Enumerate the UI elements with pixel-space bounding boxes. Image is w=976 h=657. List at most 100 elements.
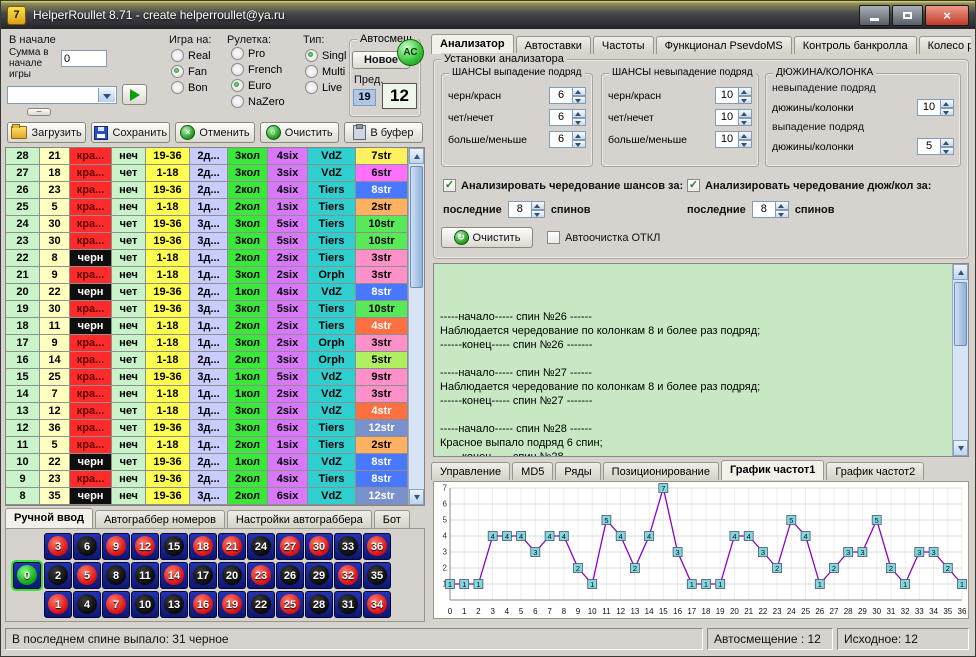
main-tab-1[interactable]: Автоставки xyxy=(516,36,591,54)
num-31-button[interactable]: 31 xyxy=(334,591,362,618)
close-button[interactable]: × xyxy=(925,5,969,26)
chances-miss-spinner-1-down-button[interactable] xyxy=(739,118,752,127)
chances-hit-spinner-2-down-button[interactable] xyxy=(573,140,586,149)
num-19-button[interactable]: 19 xyxy=(218,591,246,618)
table-row[interactable]: 179кра...неч1-181д...3кол2sixOrph3str xyxy=(6,335,408,352)
chances-hit-spinner-2-value[interactable]: 6 xyxy=(549,131,573,148)
chances-hit-spinner-0[interactable]: 6 xyxy=(549,87,586,104)
num-16-button[interactable]: 16 xyxy=(189,591,217,618)
type-radio-Singl[interactable]: Singl xyxy=(305,49,346,62)
table-row[interactable]: 835черннеч19-363д...2кол6sixVdZ12str xyxy=(6,488,408,505)
main-tab-5[interactable]: Колесо ру xyxy=(919,36,971,54)
play-button[interactable] xyxy=(122,84,147,105)
table-row[interactable]: 1236кра...чет19-363д...3кол6sixTiers12st… xyxy=(6,420,408,437)
main-tab-2[interactable]: Частоты xyxy=(593,36,654,54)
load-button[interactable]: Загрузить xyxy=(7,122,86,143)
chances-hit-spinner-2-up-button[interactable] xyxy=(573,131,586,140)
chances-hit-spinner-0-up-button[interactable] xyxy=(573,87,586,96)
num-15-button[interactable]: 15 xyxy=(160,533,188,560)
table-row[interactable]: 255кра...неч1-181д...2кол1sixTiers2str xyxy=(6,199,408,216)
chances-hit-spinner-1-value[interactable]: 6 xyxy=(549,109,573,126)
preset-combobox[interactable] xyxy=(7,86,117,104)
input-tab-0[interactable]: Ручной ввод xyxy=(5,508,93,528)
num-13-button[interactable]: 13 xyxy=(160,591,188,618)
chances-hit-spinner-2[interactable]: 6 xyxy=(549,131,586,148)
num-10-button[interactable]: 10 xyxy=(131,591,159,618)
game-radio-Fan[interactable]: Fan xyxy=(171,65,211,78)
table-row[interactable]: 1930кра...чет19-363д...3кол5sixTiers10st… xyxy=(6,301,408,318)
chances-hit-spinner-1-up-button[interactable] xyxy=(573,109,586,118)
log-scroll-up-icon[interactable] xyxy=(953,264,968,280)
num-27-button[interactable]: 27 xyxy=(276,533,304,560)
analyzer-log[interactable]: -----начало----- спин №26 ------ Наблюда… xyxy=(433,263,969,457)
input-tab-2[interactable]: Настройки автограббера xyxy=(227,510,372,528)
log-scroll-thumb[interactable] xyxy=(954,282,967,346)
num-5-button[interactable]: 5 xyxy=(73,562,101,589)
num-23-button[interactable]: 23 xyxy=(247,562,275,589)
table-row[interactable]: 1525кра...неч19-363д...1кол5sixVdZ9str xyxy=(6,369,408,386)
table-scrollbar[interactable] xyxy=(408,148,424,505)
roulette-radio-Pro[interactable]: Pro xyxy=(231,47,285,60)
chevron-down-icon[interactable] xyxy=(98,88,115,102)
title-bar[interactable]: 7 HelperRoullet 8.71 - create helperroul… xyxy=(1,1,975,29)
chances-hit-spinner-0-down-button[interactable] xyxy=(573,96,586,105)
chances-hit-spinner-1[interactable]: 6 xyxy=(549,109,586,126)
last-spins-dozen-value[interactable]: 8 xyxy=(752,201,776,218)
chances-miss-spinner-2-down-button[interactable] xyxy=(739,140,752,149)
chances-miss-spinner-0-value[interactable]: 10 xyxy=(715,87,739,104)
last-spins-chances[interactable]: 8 xyxy=(508,201,545,218)
table-row[interactable]: 2430кра...чет19-363д...3кол5sixTiers10st… xyxy=(6,216,408,233)
num-28-button[interactable]: 28 xyxy=(305,591,333,618)
num-36-button[interactable]: 36 xyxy=(363,533,391,560)
num-35-button[interactable]: 35 xyxy=(363,562,391,589)
game-radio-Bon[interactable]: Bon xyxy=(171,81,211,94)
last-spins-dozen-down-button[interactable] xyxy=(776,210,789,219)
ac-button[interactable]: АС xyxy=(397,39,424,66)
analyze-dozen-checkbox[interactable] xyxy=(687,179,700,192)
table-row[interactable]: 923кра...неч19-362д...2кол4sixTiers8str xyxy=(6,471,408,488)
num-6-button[interactable]: 6 xyxy=(73,533,101,560)
log-scroll-down-icon[interactable] xyxy=(953,440,968,456)
table-row[interactable]: 147кра...неч1-181д...1кол2sixVdZ3str xyxy=(6,386,408,403)
clear-button[interactable]: ○Очистить xyxy=(260,122,339,143)
num-24-button[interactable]: 24 xyxy=(247,533,275,560)
chart-tab-2[interactable]: Ряды xyxy=(555,462,600,480)
num-1-button[interactable]: 1 xyxy=(44,591,72,618)
chances-miss-spinner-0-down-button[interactable] xyxy=(739,96,752,105)
autoclear-checkbox[interactable] xyxy=(547,231,560,244)
num-29-button[interactable]: 29 xyxy=(305,562,333,589)
num-8-button[interactable]: 8 xyxy=(102,562,130,589)
chances-miss-spinner-2[interactable]: 10 xyxy=(715,131,752,148)
num-9-button[interactable]: 9 xyxy=(102,533,130,560)
chances-miss-spinner-0[interactable]: 10 xyxy=(715,87,752,104)
chart-tab-1[interactable]: MD5 xyxy=(512,462,553,480)
input-tab-3[interactable]: Бот xyxy=(374,510,410,528)
maximize-button[interactable] xyxy=(892,5,923,26)
num-2-button[interactable]: 2 xyxy=(44,562,72,589)
roulette-radio-French[interactable]: French xyxy=(231,63,285,76)
table-row[interactable]: 1614кра...чет1-182д...2кол3sixOrph5str xyxy=(6,352,408,369)
table-row[interactable]: 2330кра...чет19-363д...3кол5sixTiers10st… xyxy=(6,233,408,250)
num-17-button[interactable]: 17 xyxy=(189,562,217,589)
type-radio-Live[interactable]: Live xyxy=(305,81,346,94)
roulette-radio-NaZero[interactable]: NaZero xyxy=(231,95,285,108)
num-22-button[interactable]: 22 xyxy=(247,591,275,618)
table-row[interactable]: 1312кра...чет1-181д...3кол2sixVdZ4str xyxy=(6,403,408,420)
dozen-hit-spinner-0-down-button[interactable] xyxy=(941,147,954,156)
dozen-hit-spinner-0-value[interactable]: 5 xyxy=(917,138,941,155)
type-radio-Multi[interactable]: Multi xyxy=(305,65,346,78)
chances-hit-spinner-0-value[interactable]: 6 xyxy=(549,87,573,104)
chances-miss-spinner-1[interactable]: 10 xyxy=(715,109,752,126)
dozen-miss-spinner-0[interactable]: 10 xyxy=(917,99,954,116)
num-26-button[interactable]: 26 xyxy=(276,562,304,589)
scroll-up-icon[interactable] xyxy=(409,148,424,164)
chart-tab-4[interactable]: График частот1 xyxy=(721,460,824,480)
num-4-button[interactable]: 4 xyxy=(73,591,101,618)
chances-hit-spinner-1-down-button[interactable] xyxy=(573,118,586,127)
main-tab-4[interactable]: Контроль банкролла xyxy=(794,36,917,54)
minimize-button[interactable] xyxy=(859,5,890,26)
num-34-button[interactable]: 34 xyxy=(363,591,391,618)
dozen-hit-spinner-0[interactable]: 5 xyxy=(917,138,954,155)
scroll-thumb[interactable] xyxy=(410,166,423,288)
input-tab-1[interactable]: Автограббер номеров xyxy=(95,510,225,528)
